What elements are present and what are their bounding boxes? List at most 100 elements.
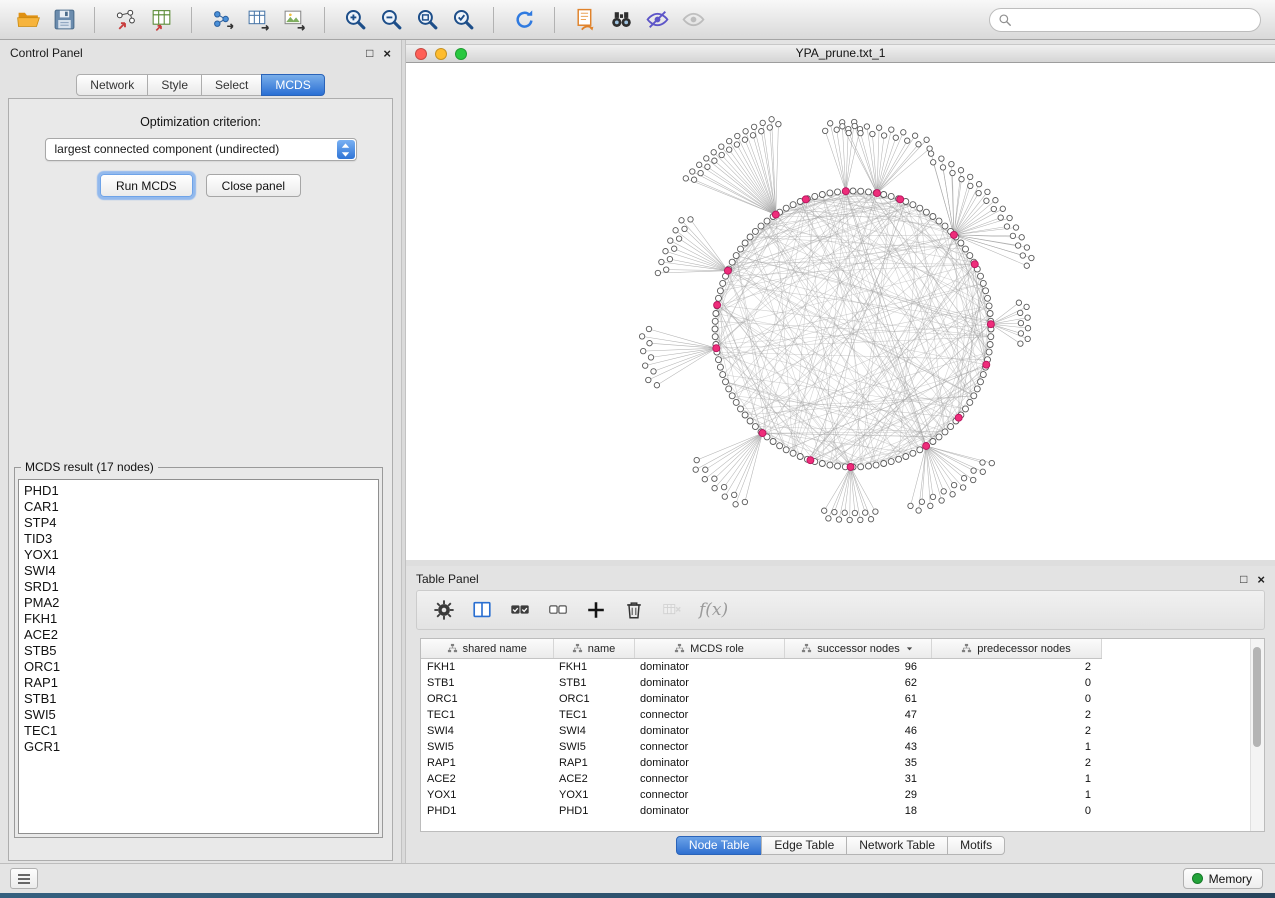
graph-node-dominator[interactable] (971, 261, 978, 268)
graph-node[interactable] (881, 192, 887, 198)
graph-node[interactable] (958, 168, 963, 173)
graph-node[interactable] (668, 238, 673, 243)
tab-mcds[interactable]: MCDS (261, 74, 324, 96)
graph-node[interactable] (713, 311, 719, 317)
graph-node[interactable] (828, 121, 833, 126)
graph-node[interactable] (704, 156, 709, 161)
graph-node[interactable] (881, 133, 886, 138)
mcds-result-item[interactable]: ACE2 (24, 627, 378, 643)
cell-mcds-role[interactable]: dominator (634, 723, 784, 739)
graph-node[interactable] (940, 165, 945, 170)
cell-successor-nodes[interactable]: 46 (784, 723, 931, 739)
minimize-window-button[interactable] (435, 48, 447, 60)
graph-node[interactable] (742, 240, 748, 246)
graph-node[interactable] (691, 177, 696, 182)
cell-predecessor-nodes[interactable]: 0 (931, 691, 1101, 707)
graph-node[interactable] (942, 429, 948, 435)
graph-node[interactable] (864, 124, 869, 129)
cell-shared-name[interactable]: ORC1 (421, 691, 553, 707)
table-row[interactable]: ACE2ACE2connector311 (421, 771, 1101, 787)
mcds-result-item[interactable]: FKH1 (24, 611, 378, 627)
graph-node-dominator[interactable] (802, 196, 809, 203)
graph-node[interactable] (651, 369, 656, 374)
graph-node[interactable] (1004, 224, 1009, 229)
network-graph[interactable] (406, 63, 1275, 560)
graph-node-dominator[interactable] (955, 414, 962, 421)
graph-node[interactable] (690, 169, 695, 174)
graph-node[interactable] (712, 326, 718, 332)
cell-mcds-role[interactable]: connector (634, 707, 784, 723)
graph-node[interactable] (647, 341, 652, 346)
tab-network-table[interactable]: Network Table (846, 836, 948, 855)
graph-node[interactable] (896, 456, 902, 462)
graph-node[interactable] (719, 144, 724, 149)
cell-successor-nodes[interactable]: 29 (784, 787, 931, 803)
graph-node[interactable] (1007, 215, 1012, 220)
cell-name[interactable]: ORC1 (553, 691, 634, 707)
mcds-result-item[interactable]: SWI4 (24, 563, 378, 579)
close-window-button[interactable] (415, 48, 427, 60)
float-panel-button[interactable]: □ (366, 47, 373, 60)
graph-node[interactable] (936, 434, 942, 440)
cell-predecessor-nodes[interactable]: 1 (931, 739, 1101, 755)
graph-node[interactable] (712, 318, 718, 324)
graph-node[interactable] (643, 363, 648, 368)
graph-node[interactable] (712, 486, 717, 491)
graph-node[interactable] (783, 447, 789, 453)
graph-node[interactable] (694, 457, 699, 462)
graph-node[interactable] (1000, 206, 1005, 211)
graph-node-dominator[interactable] (950, 231, 957, 238)
graph-node[interactable] (742, 412, 748, 418)
graph-node-dominator[interactable] (724, 267, 731, 274)
graph-node[interactable] (760, 120, 765, 125)
graph-node[interactable] (719, 152, 724, 157)
graph-node[interactable] (939, 156, 944, 161)
graph-node-dominator[interactable] (842, 188, 849, 195)
graph-node[interactable] (836, 517, 841, 522)
table-row[interactable]: YOX1YOX1connector291 (421, 787, 1101, 803)
graph-node[interactable] (928, 503, 933, 508)
graph-node[interactable] (722, 494, 727, 499)
graph-node[interactable] (868, 517, 873, 522)
mcds-result-item[interactable]: STB5 (24, 643, 378, 659)
close-table-panel-button[interactable]: × (1257, 573, 1265, 586)
graph-node[interactable] (733, 502, 738, 507)
graph-node[interactable] (716, 295, 722, 301)
cell-name[interactable]: SWI5 (553, 739, 634, 755)
graph-node[interactable] (664, 267, 669, 272)
mcds-result-item[interactable]: STP4 (24, 515, 378, 531)
graph-node[interactable] (846, 130, 851, 135)
graph-node[interactable] (1024, 304, 1029, 309)
cell-predecessor-nodes[interactable]: 0 (931, 803, 1101, 819)
graph-node[interactable] (842, 510, 847, 515)
graph-node[interactable] (948, 424, 954, 430)
graph-node[interactable] (989, 460, 994, 465)
graph-node[interactable] (930, 214, 936, 220)
cell-mcds-role[interactable]: dominator (634, 803, 784, 819)
mcds-result-item[interactable]: TEC1 (24, 723, 378, 739)
cell-mcds-role[interactable]: connector (634, 771, 784, 787)
mcds-result-item[interactable]: PMA2 (24, 595, 378, 611)
graph-node[interactable] (939, 498, 944, 503)
graph-node[interactable] (727, 147, 732, 152)
graph-node[interactable] (858, 464, 864, 470)
graph-node[interactable] (717, 364, 723, 370)
graph-node[interactable] (720, 372, 726, 378)
graph-node[interactable] (959, 177, 964, 182)
graph-node[interactable] (732, 492, 737, 497)
graph-node[interactable] (870, 131, 875, 136)
graph-node[interactable] (723, 379, 729, 385)
graph-node[interactable] (858, 130, 863, 135)
graph-node[interactable] (893, 135, 898, 140)
graph-node[interactable] (790, 202, 796, 208)
graph-node[interactable] (663, 249, 668, 254)
graph-node[interactable] (950, 170, 955, 175)
graph-node[interactable] (930, 439, 936, 445)
graph-node[interactable] (850, 188, 856, 194)
graph-node[interactable] (1015, 243, 1020, 248)
mcds-result-item[interactable]: RAP1 (24, 675, 378, 691)
graph-node[interactable] (873, 462, 879, 468)
cell-successor-nodes[interactable]: 61 (784, 691, 931, 707)
network-canvas[interactable] (406, 63, 1275, 560)
cell-shared-name[interactable]: TEC1 (421, 707, 553, 723)
